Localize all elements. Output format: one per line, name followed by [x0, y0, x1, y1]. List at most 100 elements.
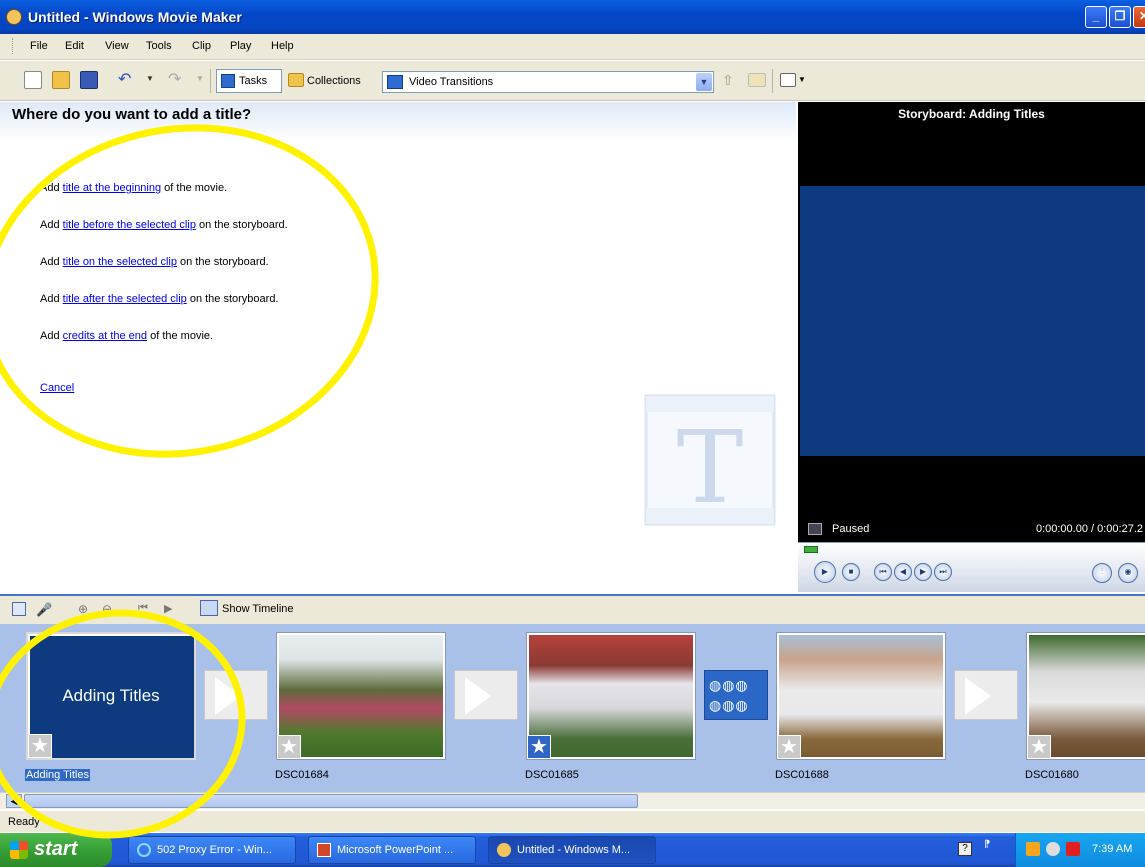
set-audio-levels-icon[interactable] [12, 602, 26, 616]
network-icon[interactable] [1026, 842, 1040, 856]
storyboard-clip[interactable]: ★ [776, 632, 946, 760]
preview-monitor: Storyboard: Adding Titles Paused 0:00:00… [798, 102, 1145, 592]
video-effect-star-icon[interactable]: ★ [277, 735, 301, 759]
clip-thumbnail [779, 635, 943, 757]
task-heading: Where do you want to add a title? [12, 106, 252, 123]
tasks-button[interactable]: Tasks [216, 69, 282, 93]
window-title: Untitled - Windows Movie Maker [28, 9, 242, 25]
collections-dropdown[interactable]: Video Transitions ▼ [382, 71, 714, 93]
rewind-icon[interactable]: ◀ [894, 563, 912, 581]
undo-dropdown-icon[interactable]: ▼ [146, 74, 154, 83]
save-project-icon[interactable] [80, 71, 98, 89]
antivirus-icon[interactable] [1066, 842, 1080, 856]
seek-bar[interactable]: ▶ ■ ⏮ ◀ ▶ ⏭ ⫶ ◉ [798, 542, 1145, 592]
storyboard-clip[interactable]: ★ [526, 632, 696, 760]
next-frame-icon[interactable]: ⏭ [934, 563, 952, 581]
toolbar-separator [210, 69, 211, 93]
menu-file[interactable]: File [30, 40, 48, 52]
close-button[interactable]: ✕ [1133, 6, 1145, 28]
views-dropdown-icon[interactable]: ▼ [798, 75, 806, 84]
split-clip-icon[interactable]: ⫶ [1092, 563, 1112, 583]
restore-button[interactable]: ❐ [1109, 6, 1131, 28]
transition-pattern-icon: ◍◍◍ ◍◍◍ [709, 677, 749, 713]
dropdown-value: Video Transitions [409, 76, 494, 88]
menu-play[interactable]: Play [230, 40, 251, 52]
monitor-icon [808, 523, 822, 535]
menu-view[interactable]: View [105, 40, 129, 52]
open-project-icon[interactable] [52, 71, 70, 89]
video-effect-star-icon[interactable]: ★ [527, 735, 551, 759]
menu-edit[interactable]: Edit [65, 40, 84, 52]
show-timeline-button[interactable]: Show Timeline [222, 603, 294, 615]
collections-icon[interactable] [288, 73, 304, 87]
svg-text:T: T [677, 409, 744, 526]
preview-title: Storyboard: Adding Titles [898, 107, 1045, 121]
menu-tools[interactable]: Tools [146, 40, 172, 52]
collections-button[interactable]: Collections [307, 75, 361, 87]
menu-grip [12, 38, 14, 54]
stop-icon[interactable]: ■ [842, 563, 860, 581]
transition-applied[interactable]: ◍◍◍ ◍◍◍ [704, 670, 768, 720]
start-label: start [34, 838, 78, 860]
taskbar-item-label: Microsoft PowerPoint ... [337, 844, 454, 856]
security-icon[interactable] [1046, 842, 1060, 856]
redo-icon[interactable]: ↷ [168, 72, 188, 88]
help-icon[interactable]: ? [958, 842, 972, 856]
redo-dropdown-icon[interactable]: ▼ [196, 74, 204, 83]
toolbar-separator [772, 69, 773, 93]
menu-clip[interactable]: Clip [192, 40, 211, 52]
play-storyboard-icon[interactable]: ▶ [164, 602, 178, 616]
seek-slider-thumb[interactable] [804, 546, 818, 553]
previous-frame-icon[interactable]: ⏮ [874, 563, 892, 581]
preview-screen [800, 186, 1145, 456]
views-icon[interactable] [780, 73, 796, 87]
transition-slot[interactable] [954, 670, 1018, 720]
clock[interactable]: 7:39 AM [1092, 843, 1132, 855]
new-collection-folder-icon[interactable] [748, 73, 766, 87]
playback-state: Paused [832, 523, 870, 535]
up-one-level-icon[interactable]: ⇧ [722, 73, 736, 87]
playback-time: 0:00:00.00 / 0:00:27.2 [1035, 523, 1143, 535]
video-effect-star-icon[interactable]: ★ [777, 735, 801, 759]
restore-icon: ❐ [1114, 9, 1126, 23]
language-bar-icon[interactable]: ⁋ [984, 839, 990, 850]
minimize-icon: _ [1092, 9, 1100, 23]
taskbar-item-powerpoint[interactable]: Microsoft PowerPoint ... [308, 836, 476, 864]
playback-status-bar: Paused 0:00:00.00 / 0:00:27.2 [798, 518, 1145, 542]
chevron-down-icon[interactable]: ▼ [696, 73, 712, 91]
windows-logo-icon [10, 841, 28, 859]
menu-bar: File Edit View Tools Clip Play Help [0, 34, 1145, 60]
transition-arrow-icon [965, 677, 991, 715]
narrate-icon[interactable]: 🎤 [36, 602, 52, 617]
taskbar-item-browser[interactable]: 502 Proxy Error - Win... [128, 836, 296, 864]
taskbar: start 502 Proxy Error - Win... Microsoft… [0, 833, 1145, 867]
forward-icon[interactable]: ▶ [914, 563, 932, 581]
powerpoint-icon [317, 843, 331, 857]
taskbar-item-label: 502 Proxy Error - Win... [157, 844, 272, 856]
toolbar: ↶ ▼ ↷ ▼ Tasks Collections Video Transiti… [0, 61, 1145, 101]
movie-maker-app-icon[interactable] [6, 9, 22, 25]
timeline-icon[interactable] [200, 600, 218, 616]
menu-help[interactable]: Help [271, 40, 294, 52]
clip-label[interactable]: DSC01688 [775, 769, 829, 781]
clip-label[interactable]: DSC01684 [275, 769, 329, 781]
transition-arrow-icon [465, 677, 491, 715]
transition-slot[interactable] [454, 670, 518, 720]
take-picture-icon[interactable]: ◉ [1118, 563, 1138, 583]
clip-label[interactable]: DSC01680 [1025, 769, 1079, 781]
new-project-icon[interactable] [24, 71, 42, 89]
clip-thumbnail [529, 635, 693, 757]
close-icon: ✕ [1138, 9, 1145, 23]
taskbar-item-label: Untitled - Windows M... [517, 844, 631, 856]
storyboard-clip[interactable]: ★ [1026, 632, 1145, 760]
storyboard-clip[interactable]: ★ [276, 632, 446, 760]
clip-label[interactable]: DSC01685 [525, 769, 579, 781]
movie-maker-icon [497, 843, 511, 857]
play-icon[interactable]: ▶ [814, 561, 836, 583]
video-effect-star-icon[interactable]: ★ [1027, 735, 1051, 759]
taskbar-item-moviemaker[interactable]: Untitled - Windows M... [488, 836, 656, 864]
undo-icon[interactable]: ↶ [118, 72, 138, 88]
minimize-button[interactable]: _ [1085, 6, 1107, 28]
tasks-icon [221, 74, 235, 88]
title-bar[interactable]: Untitled - Windows Movie Maker _ ❐ ✕ [0, 0, 1145, 34]
